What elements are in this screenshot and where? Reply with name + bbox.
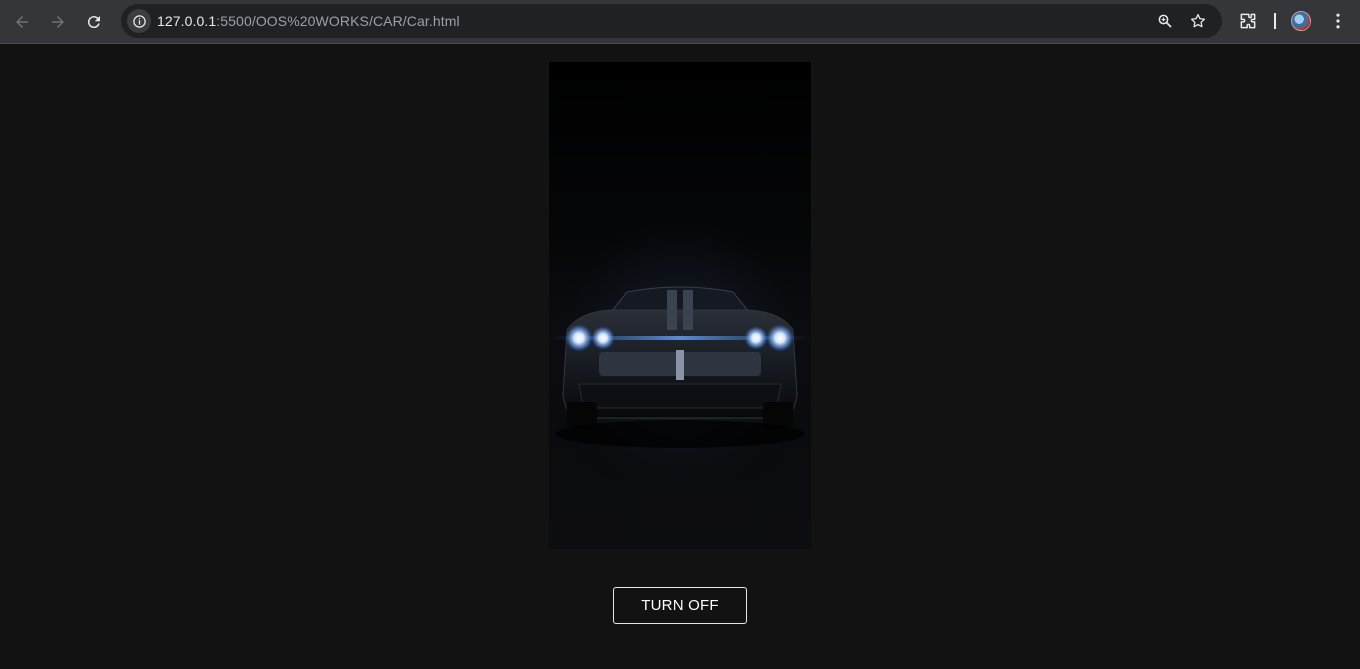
url-text[interactable]: 127.0.0.1:5500/OOS%20WORKS/CAR/Car.html	[157, 13, 460, 29]
page-content: TURN OFF	[0, 45, 1360, 669]
turn-off-button[interactable]: TURN OFF	[613, 587, 747, 624]
reload-icon	[87, 16, 100, 29]
extensions-icon	[1240, 13, 1256, 29]
browser-toolbar: 127.0.0.1:5500/OOS%20WORKS/CAR/Car.html	[0, 0, 1360, 44]
forward-icon	[52, 16, 64, 28]
menu-icon	[1336, 13, 1340, 29]
site-info-icon	[132, 14, 146, 28]
reload-button[interactable]	[80, 8, 108, 36]
menu-button[interactable]	[1327, 10, 1349, 32]
site-info-button[interactable]	[127, 9, 151, 33]
zoom-icon	[1158, 14, 1172, 28]
car-image	[549, 62, 811, 549]
address-bar[interactable]: 127.0.0.1:5500/OOS%20WORKS/CAR/Car.html	[121, 4, 1222, 38]
url-host: 127.0.0.1	[157, 13, 217, 29]
car-illustration	[549, 192, 811, 482]
profile-avatar[interactable]	[1291, 11, 1311, 31]
back-button[interactable]	[8, 8, 36, 36]
toolbar-separator	[1274, 13, 1276, 29]
zoom-button[interactable]	[1155, 11, 1175, 31]
back-icon	[16, 16, 28, 28]
extensions-button[interactable]	[1237, 10, 1259, 32]
bookmark-button[interactable]	[1188, 11, 1208, 31]
bookmark-star-icon	[1190, 13, 1206, 28]
forward-button[interactable]	[44, 8, 72, 36]
url-path: :5500/OOS%20WORKS/CAR/Car.html	[216, 13, 460, 29]
